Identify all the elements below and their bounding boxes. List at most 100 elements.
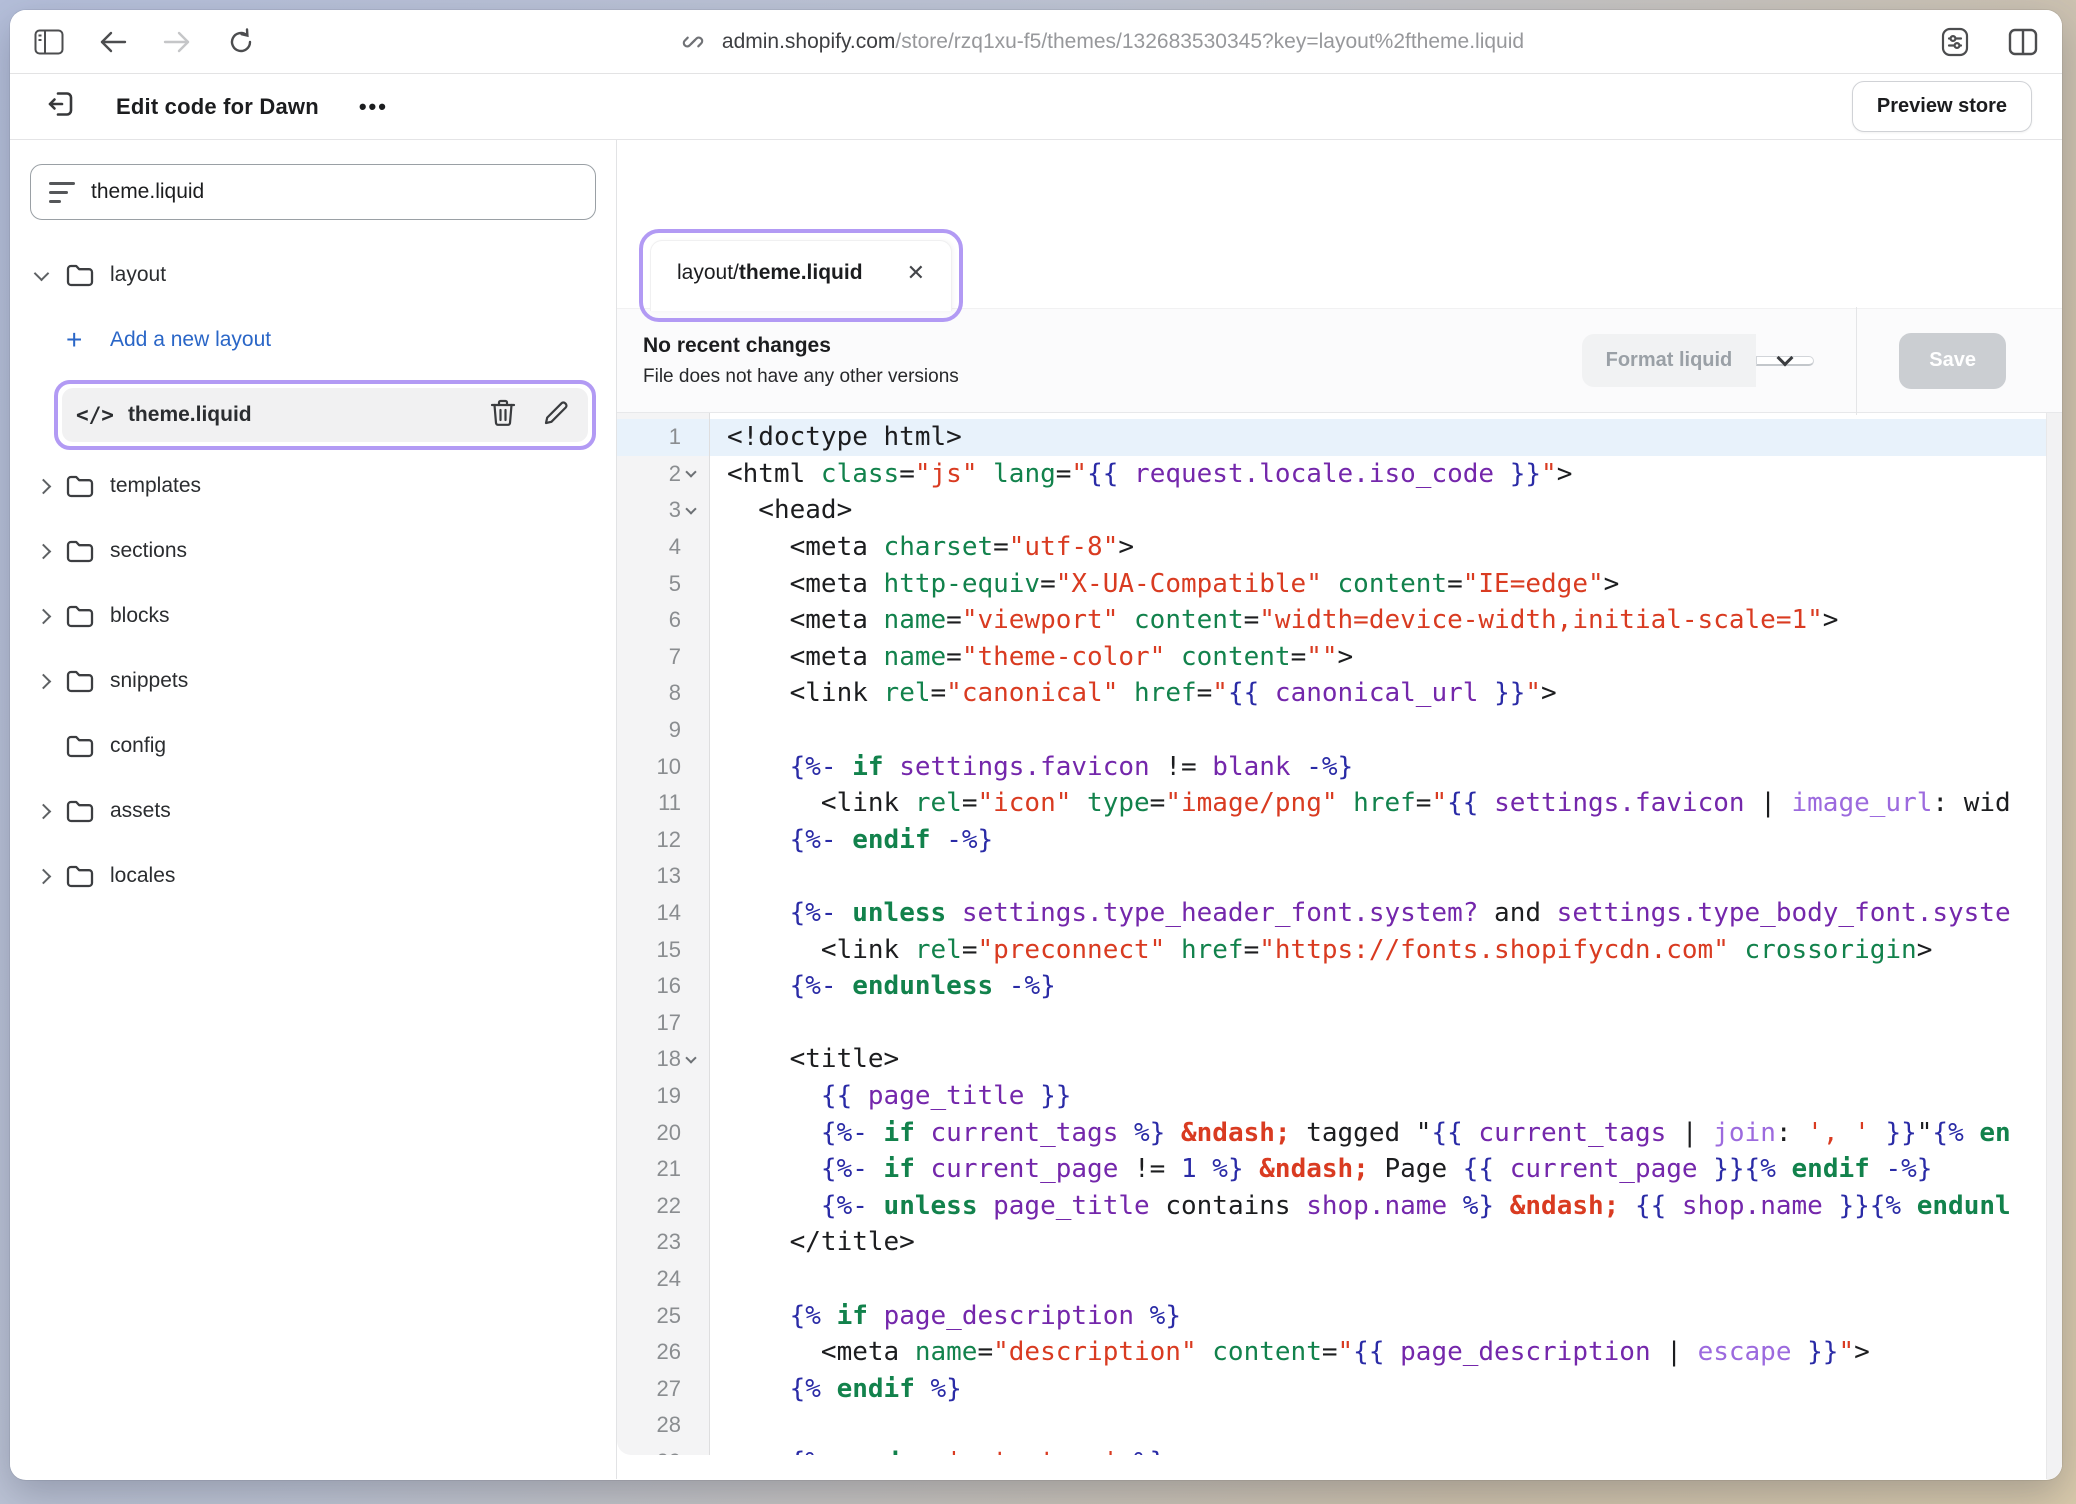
sidebar-toggle-icon[interactable] bbox=[32, 25, 66, 59]
code-line[interactable]: <!doctype html> bbox=[710, 419, 2062, 456]
line-number: 11 bbox=[617, 785, 709, 822]
save-button[interactable]: Save bbox=[1899, 333, 2006, 389]
folder-icon bbox=[66, 263, 110, 287]
chevron-right-icon[interactable] bbox=[36, 543, 52, 559]
line-number: 13 bbox=[617, 858, 709, 895]
code-line[interactable]: {% if page_description %} bbox=[727, 1297, 2062, 1334]
preview-store-button[interactable]: Preview store bbox=[1852, 81, 2032, 132]
sidebar-item-theme-liquid[interactable]: </>theme.liquid bbox=[62, 388, 588, 442]
folder-icon bbox=[66, 799, 110, 823]
file-search-input[interactable]: theme.liquid bbox=[30, 164, 596, 220]
code-line[interactable] bbox=[727, 1407, 2062, 1444]
chevron-right-icon[interactable] bbox=[36, 478, 52, 494]
chevron-right-icon[interactable] bbox=[36, 608, 52, 624]
line-number: 7 bbox=[617, 639, 709, 676]
version-bar: No recent changes File does not have any… bbox=[617, 308, 2062, 413]
pencil-icon[interactable] bbox=[542, 399, 570, 432]
code-line[interactable]: <link rel="canonical" href="{{ canonical… bbox=[727, 675, 2062, 712]
url-path: /store/rzq1xu-f5/themes/132683530345?key… bbox=[895, 30, 1524, 53]
line-number: 3 bbox=[617, 492, 709, 529]
exit-icon[interactable] bbox=[46, 89, 76, 124]
code-line[interactable]: <meta name="theme-color" content=""> bbox=[727, 639, 2062, 676]
line-number: 26 bbox=[617, 1334, 709, 1371]
line-number: 5 bbox=[617, 565, 709, 602]
line-number: 9 bbox=[617, 712, 709, 749]
sidebar-item-blocks[interactable]: blocks bbox=[30, 591, 596, 641]
line-number: 18 bbox=[617, 1041, 709, 1078]
folder-icon bbox=[66, 539, 110, 563]
page-settings-icon[interactable] bbox=[1938, 25, 1972, 59]
browser-toolbar: admin.shopify.com/store/rzq1xu-f5/themes… bbox=[10, 10, 2062, 74]
fold-toggle-icon[interactable] bbox=[685, 467, 696, 478]
code-line[interactable]: <head> bbox=[727, 492, 2062, 529]
code-line[interactable]: <html class="js" lang="{{ request.locale… bbox=[727, 456, 2062, 493]
tab-close-icon[interactable]: ✕ bbox=[907, 262, 925, 284]
code-scroll: 1234567891011121314151617181920212223242… bbox=[617, 413, 2062, 1455]
line-number: 29 bbox=[617, 1444, 709, 1455]
code-line[interactable]: {{ page_title }} bbox=[727, 1078, 2062, 1115]
line-number: 21 bbox=[617, 1151, 709, 1188]
chevron-down-icon[interactable] bbox=[34, 265, 50, 281]
code-line[interactable]: {%- if settings.favicon != blank -%} bbox=[727, 748, 2062, 785]
scrollbar-track[interactable] bbox=[2046, 413, 2062, 1479]
code-line[interactable] bbox=[727, 712, 2062, 749]
code-line[interactable]: <meta charset="utf-8"> bbox=[727, 529, 2062, 566]
line-number: 10 bbox=[617, 748, 709, 785]
url-host: admin.shopify.com bbox=[722, 30, 896, 53]
tab-annotation-ring: layout/theme.liquid ✕ bbox=[639, 229, 963, 322]
fold-toggle-icon[interactable] bbox=[685, 503, 696, 514]
code-line[interactable]: {%- if current_tags %} &ndash; tagged "{… bbox=[727, 1114, 2062, 1151]
code-line[interactable]: {% endif %} bbox=[727, 1370, 2062, 1407]
back-icon[interactable] bbox=[96, 25, 130, 59]
line-number: 20 bbox=[617, 1114, 709, 1151]
code-line[interactable]: {% render 'meta-tags' %} bbox=[727, 1444, 2062, 1455]
code-line[interactable]: <title> bbox=[727, 1041, 2062, 1078]
sidebar-item-locales[interactable]: locales bbox=[30, 851, 596, 901]
code-line[interactable]: {%- unless page_title contains shop.name… bbox=[727, 1187, 2062, 1224]
chevron-right-icon[interactable] bbox=[36, 803, 52, 819]
tab-layout-theme-liquid[interactable]: layout/theme.liquid ✕ bbox=[650, 240, 952, 311]
sidebar-item-layout[interactable]: layout bbox=[30, 250, 596, 300]
overflow-menu-icon[interactable]: ••• bbox=[359, 94, 388, 120]
sidebar-item-sections[interactable]: sections bbox=[30, 526, 596, 576]
sidebar-item-templates[interactable]: templates bbox=[30, 461, 596, 511]
format-liquid-caret-button[interactable] bbox=[1756, 356, 1814, 366]
code-line[interactable]: {%- unless settings.type_header_font.sys… bbox=[727, 895, 2062, 932]
link-icon bbox=[676, 25, 710, 59]
format-liquid-button[interactable]: Format liquid bbox=[1582, 334, 1757, 387]
url-text: admin.shopify.com/store/rzq1xu-f5/themes… bbox=[722, 30, 1524, 54]
code-line[interactable] bbox=[727, 1005, 2062, 1042]
line-number: 28 bbox=[617, 1407, 709, 1444]
sidebar-item-config[interactable]: config bbox=[30, 721, 596, 771]
code-line[interactable]: <meta name="viewport" content="width=dev… bbox=[727, 602, 2062, 639]
code-line[interactable]: <link rel="icon" type="image/png" href="… bbox=[727, 785, 2062, 822]
code-line[interactable] bbox=[727, 1261, 2062, 1298]
tree-item-label: layout bbox=[110, 263, 166, 287]
code-line[interactable]: <link rel="preconnect" href="https://fon… bbox=[727, 931, 2062, 968]
code-line[interactable]: {%- endif -%} bbox=[727, 822, 2062, 859]
tab-label: layout/theme.liquid bbox=[677, 261, 863, 285]
code-line[interactable]: {%- endunless -%} bbox=[727, 968, 2062, 1005]
sidebar-item-snippets[interactable]: snippets bbox=[30, 656, 596, 706]
address-bar[interactable]: admin.shopify.com/store/rzq1xu-f5/themes… bbox=[288, 25, 1912, 59]
fold-toggle-icon[interactable] bbox=[685, 1052, 696, 1063]
line-number: 22 bbox=[617, 1187, 709, 1224]
search-value: theme.liquid bbox=[91, 180, 204, 204]
page-title: Edit code for Dawn bbox=[116, 94, 319, 120]
trash-icon[interactable] bbox=[490, 399, 516, 432]
chevron-right-icon[interactable] bbox=[36, 673, 52, 689]
code-line[interactable]: <meta http-equiv="X-UA-Compatible" conte… bbox=[727, 565, 2062, 602]
line-number: 19 bbox=[617, 1078, 709, 1115]
sidebar-item-add-a-new-layout[interactable]: +Add a new layout bbox=[66, 315, 596, 365]
code-line[interactable]: <meta name="description" content="{{ pag… bbox=[727, 1334, 2062, 1371]
toolbar-divider bbox=[1856, 307, 1857, 415]
reload-icon[interactable] bbox=[224, 25, 258, 59]
split-view-icon[interactable] bbox=[2006, 25, 2040, 59]
sidebar-item-assets[interactable]: assets bbox=[30, 786, 596, 836]
code-pane[interactable]: <!doctype html><html class="js" lang="{{… bbox=[710, 413, 2062, 1455]
tree-item-label: templates bbox=[110, 474, 201, 498]
code-line[interactable] bbox=[727, 858, 2062, 895]
code-line[interactable]: {%- if current_page != 1 %} &ndash; Page… bbox=[727, 1151, 2062, 1188]
chevron-right-icon[interactable] bbox=[36, 868, 52, 884]
code-line[interactable]: </title> bbox=[727, 1224, 2062, 1261]
